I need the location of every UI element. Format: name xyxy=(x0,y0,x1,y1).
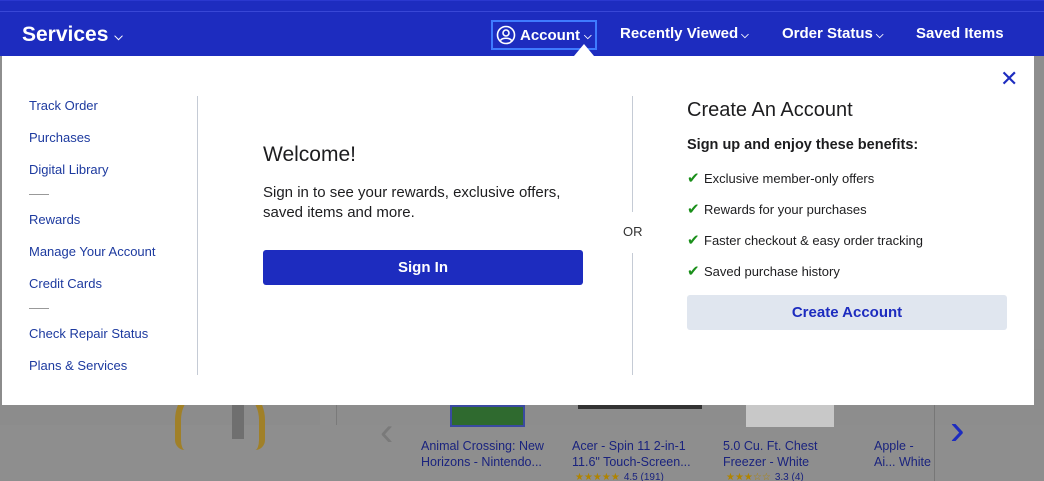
top-nav-bar: Services ⌵ Account ⌵ Recently Viewed ⌵ O… xyxy=(0,0,1044,56)
product-title[interactable]: 5.0 Cu. Ft. Chest Freezer - White xyxy=(723,438,833,470)
link-check-repair-status[interactable]: Check Repair Status xyxy=(29,326,148,341)
order-status-menu[interactable]: Order Status ⌵ xyxy=(782,25,883,42)
chevron-down-icon: ⌵ xyxy=(741,29,749,41)
benefit-text: Exclusive member-only offers xyxy=(704,170,875,186)
carousel-prev-icon[interactable]: ‹ xyxy=(380,410,393,455)
link-purchases[interactable]: Purchases xyxy=(29,130,90,145)
benefit-text: Faster checkout & easy order tracking xyxy=(704,232,923,248)
product-image[interactable] xyxy=(450,405,525,427)
link-digital-library[interactable]: Digital Library xyxy=(29,162,108,177)
product-rating: ★★★☆☆ 3.3 (4) xyxy=(726,472,804,481)
user-icon xyxy=(496,25,516,45)
link-separator xyxy=(29,308,49,309)
link-plans-services[interactable]: Plans & Services xyxy=(29,358,127,373)
rating-value: 3.3 (4) xyxy=(774,472,804,481)
product-image[interactable] xyxy=(578,405,702,409)
chevron-down-icon: ⌵ xyxy=(875,29,884,41)
benefit-item: ✔ Rewards for your purchases xyxy=(687,200,867,218)
product-title[interactable]: Acer - Spin 11 2-in-1 11.6" Touch-Screen… xyxy=(572,438,712,470)
link-track-order[interactable]: Track Order xyxy=(29,98,98,113)
product-title[interactable]: Animal Crossing: New Horizons - Nintendo… xyxy=(421,438,561,470)
welcome-title: Welcome! xyxy=(263,143,356,166)
carousel-divider xyxy=(934,405,935,481)
recently-viewed-label: Recently Viewed xyxy=(620,25,739,42)
rating-value: 4.5 (191) xyxy=(623,472,664,481)
or-divider-line xyxy=(632,96,633,212)
dropdown-pointer xyxy=(574,44,594,56)
chevron-down-icon: ⌵ xyxy=(114,30,123,43)
benefit-text: Rewards for your purchases xyxy=(704,201,867,217)
checkmark-icon: ✔ xyxy=(687,201,700,218)
link-separator xyxy=(29,194,49,195)
create-account-button[interactable]: Create Account xyxy=(687,295,1007,330)
saved-items-label: Saved Items xyxy=(916,25,1004,42)
create-account-title: Create An Account xyxy=(687,99,853,121)
or-label: OR xyxy=(623,224,643,239)
chevron-down-icon: ⌵ xyxy=(584,31,592,42)
link-rewards[interactable]: Rewards xyxy=(29,212,80,227)
services-label: Services xyxy=(22,23,109,46)
recently-viewed-menu[interactable]: Recently Viewed ⌵ xyxy=(620,25,749,42)
carousel-next-icon[interactable]: › xyxy=(950,405,965,455)
product-image[interactable] xyxy=(746,405,834,427)
benefit-item: ✔ Faster checkout & easy order tracking xyxy=(687,231,923,249)
checkmark-icon: ✔ xyxy=(687,170,700,187)
product-title[interactable]: Apple - Ai... White xyxy=(874,438,934,470)
column-divider xyxy=(197,96,198,375)
link-manage-account[interactable]: Manage Your Account xyxy=(29,244,156,259)
benefit-item: ✔ Saved purchase history xyxy=(687,262,840,280)
top-nav-rule xyxy=(0,11,1044,12)
link-credit-cards[interactable]: Credit Cards xyxy=(29,276,102,291)
checkmark-icon: ✔ xyxy=(687,232,700,249)
benefits-heading: Sign up and enjoy these benefits: xyxy=(687,137,919,153)
welcome-description: Sign in to see your rewards, exclusive o… xyxy=(263,184,561,221)
services-menu[interactable]: Services ⌵ xyxy=(22,23,123,47)
benefit-text: Saved purchase history xyxy=(704,263,840,279)
order-status-label: Order Status xyxy=(782,25,873,42)
product-rating: ★★★★★ 4.5 (191) xyxy=(575,472,664,481)
saved-items-link[interactable]: Saved Items xyxy=(916,25,1004,42)
or-divider-line xyxy=(632,253,633,375)
sign-in-button[interactable]: Sign In xyxy=(263,250,583,285)
close-icon[interactable]: ✕ xyxy=(1000,68,1018,90)
benefit-item: ✔ Exclusive member-only offers xyxy=(687,169,874,187)
checkmark-icon: ✔ xyxy=(687,263,700,280)
account-label: Account xyxy=(520,26,580,44)
